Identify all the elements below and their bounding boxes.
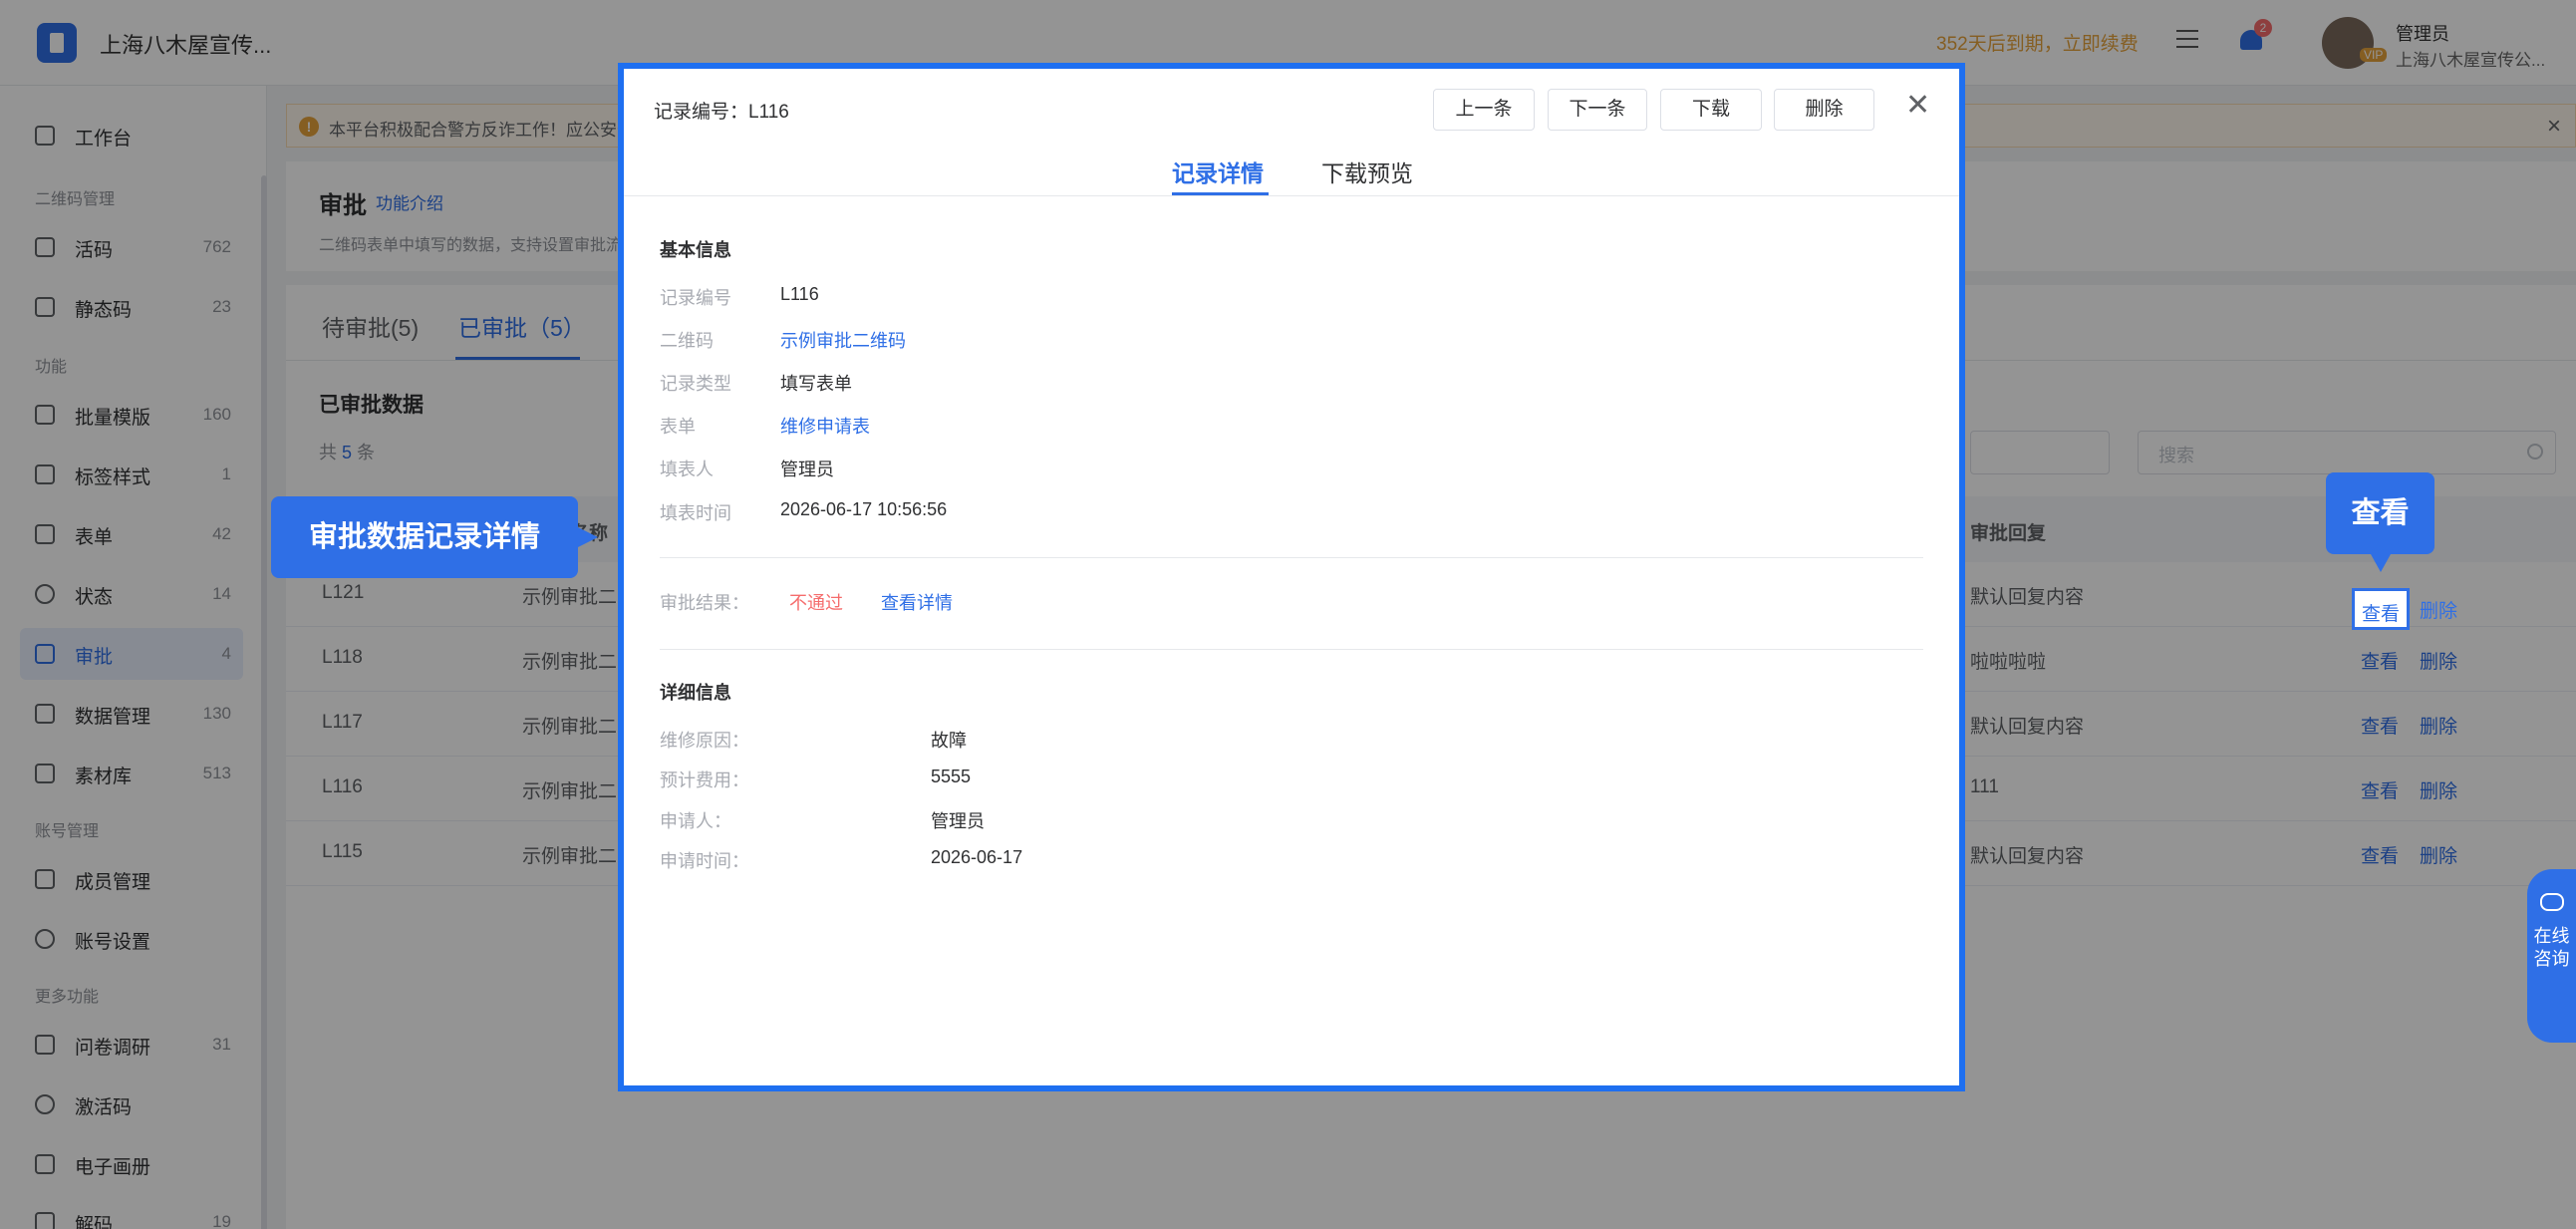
divider: [660, 557, 1923, 558]
approval-result-value: 不通过: [789, 593, 843, 613]
download-button[interactable]: 下载: [1660, 89, 1762, 131]
field-value: 5555: [931, 767, 972, 786]
field-label: 表单: [660, 417, 696, 437]
tab-download-preview[interactable]: 下载预览: [1321, 154, 1413, 188]
field-value: 故障: [931, 731, 967, 751]
field-label: 维修原因：: [660, 731, 749, 751]
field-label: 填表人: [660, 460, 714, 479]
view-detail-link[interactable]: 查看详情: [881, 589, 953, 615]
field-value: 管理员: [780, 460, 834, 479]
divider: [660, 649, 1923, 650]
callout-view: 查看: [2326, 472, 2434, 572]
tab-record-detail[interactable]: 记录详情: [1172, 154, 1264, 188]
field-label: 申请时间：: [660, 851, 749, 871]
close-icon[interactable]: ✕: [1905, 91, 1930, 121]
record-number: 记录编号：L116: [654, 102, 789, 123]
qr-code-link[interactable]: 示例审批二维码: [780, 327, 906, 353]
field-label: 记录类型: [660, 374, 731, 394]
delete-button[interactable]: 删除: [1774, 89, 1874, 131]
next-button[interactable]: 下一条: [1548, 89, 1647, 131]
record-detail-modal: 记录编号：L116 上一条 下一条 下载 删除 ✕ 记录详情 下载预览 基本信息…: [618, 63, 1965, 1091]
field-label: 填表时间: [660, 503, 731, 523]
online-consult-button[interactable]: 在线咨询: [2527, 869, 2576, 1043]
chat-icon: [2540, 893, 2564, 911]
approval-result-label: 审批结果：: [660, 593, 749, 613]
field-value: 管理员: [931, 811, 985, 831]
field-label: 二维码: [660, 331, 714, 351]
field-value: L116: [780, 284, 819, 304]
row-delete-button[interactable]: 删除: [2420, 596, 2457, 623]
field-label: 记录编号: [660, 288, 731, 308]
basic-info-title: 基本信息: [660, 240, 731, 260]
detail-info-title: 详细信息: [660, 683, 731, 703]
form-link[interactable]: 维修申请表: [780, 413, 870, 439]
field-label: 申请人：: [660, 811, 731, 831]
prev-button[interactable]: 上一条: [1433, 89, 1535, 131]
field-label: 预计费用：: [660, 770, 749, 790]
callout-record-detail: 审批数据记录详情: [271, 496, 598, 578]
field-value: 填写表单: [780, 374, 852, 394]
field-value: 2026-06-17 10:56:56: [780, 499, 948, 519]
field-value: 2026-06-17: [931, 847, 1023, 867]
tab-divider: [624, 195, 1959, 196]
highlighted-view-button[interactable]: 查看: [2352, 588, 2410, 630]
